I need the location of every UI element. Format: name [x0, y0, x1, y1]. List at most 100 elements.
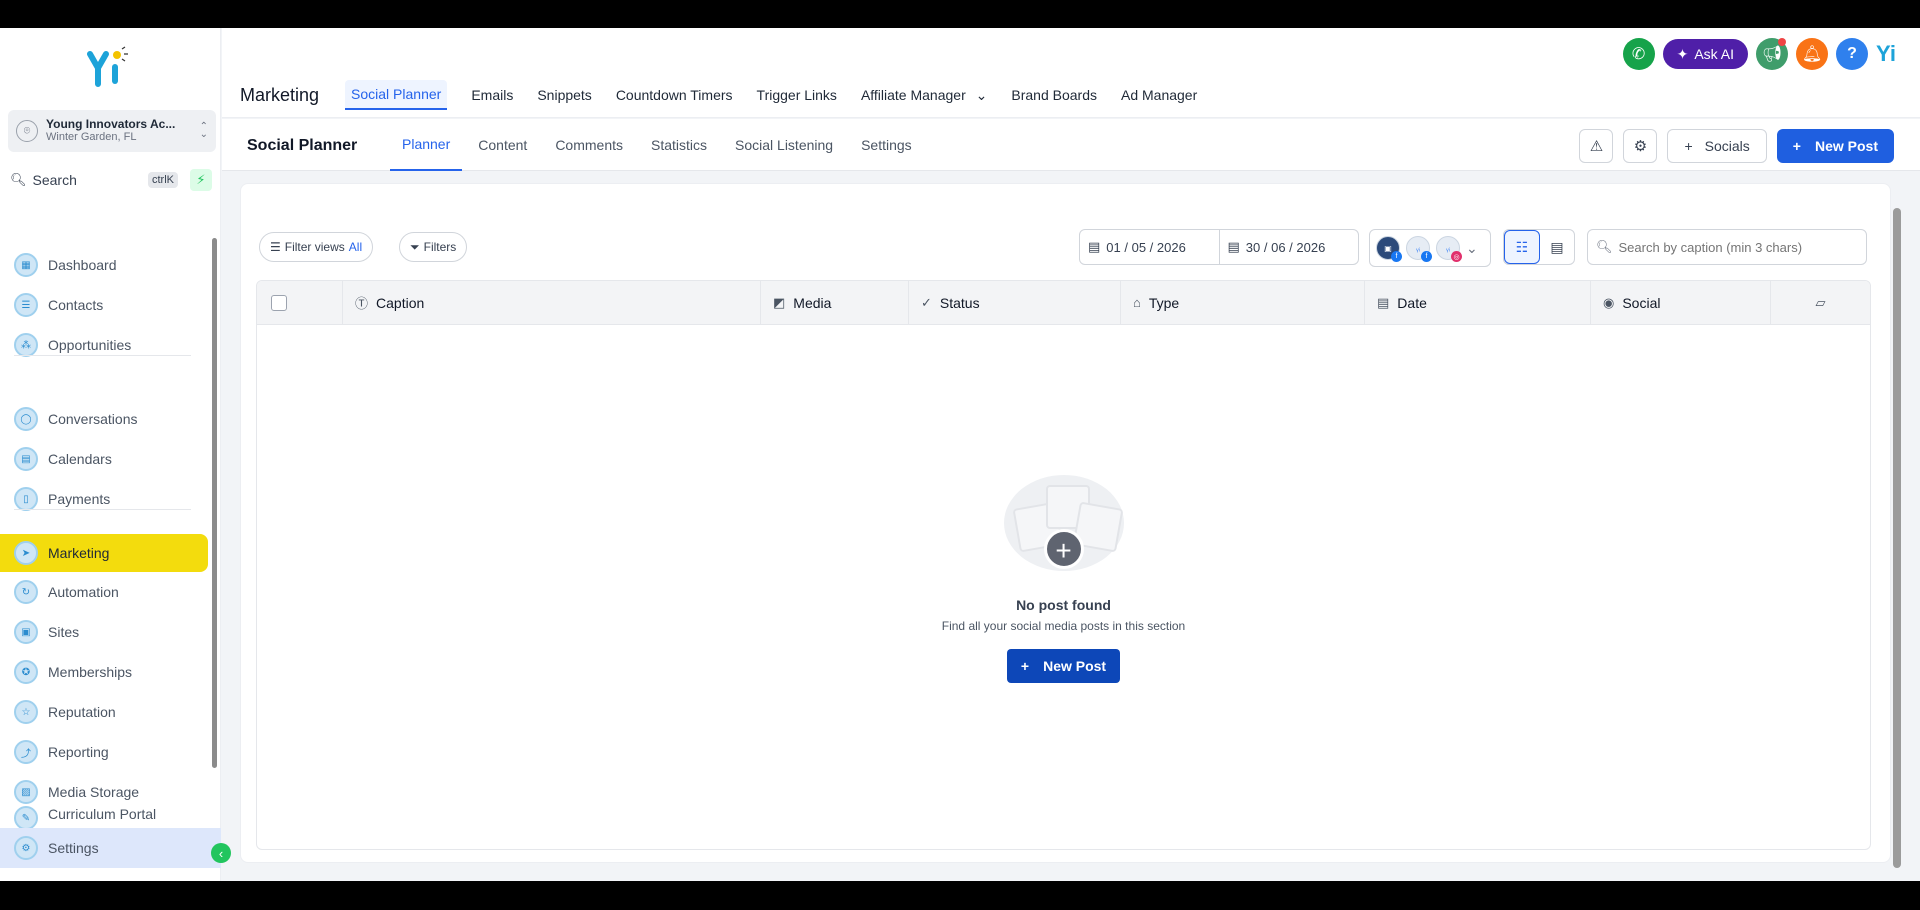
ask-ai-label: Ask AI	[1694, 46, 1735, 62]
filters-button[interactable]: ⏷ Filters	[399, 232, 468, 262]
new-post-label: New Post	[1814, 138, 1878, 154]
sidebar-item-settings[interactable]: ⚙ Settings	[0, 828, 221, 868]
marketing-tabs: Marketing Social Planner Emails Snippets…	[240, 80, 1221, 110]
sidebar-item-curriculum-portal[interactable]: ✎ Curriculum Portal	[0, 806, 208, 830]
send-icon: ➤	[14, 541, 38, 565]
search-icon: 🔍︎	[1596, 239, 1613, 254]
socials-button[interactable]: + Socials	[1667, 129, 1767, 163]
sidebar-item-calendars[interactable]: ▤ Calendars	[0, 440, 208, 478]
sidebar-item-reporting[interactable]: ⤴ Reporting	[0, 733, 208, 771]
plus-icon: +	[1043, 529, 1084, 569]
megaphone-icon[interactable]: 📢︎	[1756, 38, 1789, 70]
sidebar-item-label: Automation	[48, 584, 119, 600]
sidebar-item-label: Conversations	[48, 411, 138, 427]
main-scrollbar[interactable]	[1893, 208, 1901, 868]
phone-icon[interactable]: ✆	[1622, 38, 1655, 70]
social-planner-subheader: Social Planner Planner Content Comments …	[222, 119, 1920, 171]
search-label: Search	[32, 172, 77, 188]
text-icon: Ⓣ	[355, 296, 369, 311]
image-icon: ▨	[14, 780, 38, 804]
column-date[interactable]: ▤ Date	[1365, 281, 1591, 324]
calendar-icon: ▤	[14, 447, 38, 471]
new-post-button[interactable]: + New Post	[1776, 129, 1894, 163]
nav-divider	[14, 355, 191, 356]
sidebar-item-automation[interactable]: ↻ Automation	[0, 573, 208, 611]
sidebar-item-marketing[interactable]: ➤ Marketing	[0, 534, 208, 572]
sidebar-scrollbar[interactable]	[212, 238, 217, 768]
calendar-view-icon[interactable]: ▤	[1540, 230, 1574, 264]
column-social[interactable]: ◉ Social	[1591, 281, 1771, 324]
column-label: Media	[793, 294, 832, 311]
quick-actions-bolt-icon[interactable]: ⚡︎	[190, 169, 212, 191]
sidebar-item-opportunities[interactable]: ⁂ Opportunities	[0, 326, 208, 364]
filter-views-button[interactable]: ☰ Filter views All	[259, 232, 374, 262]
brand-logo[interactable]	[86, 46, 134, 88]
sidebar-item-dashboard[interactable]: ▦ Dashboard	[0, 246, 208, 284]
tab-ad-manager[interactable]: Ad Manager	[1121, 81, 1197, 109]
sidebar-item-payments[interactable]: ▯ Payments	[0, 480, 208, 518]
column-media[interactable]: ◩ Media	[761, 281, 909, 324]
tag-icon: ⌂	[1133, 295, 1141, 310]
column-customize[interactable]: ▱	[1771, 281, 1870, 324]
sidebar-item-conversations[interactable]: ◯ Conversations	[0, 400, 208, 438]
calendar-icon: ▤	[1088, 239, 1101, 254]
bell-icon[interactable]: 🔔︎	[1796, 38, 1829, 70]
sidebar-item-label: Memberships	[48, 664, 133, 680]
tab-planner[interactable]: Planner	[390, 119, 463, 171]
account-switcher[interactable]: ⌾ Young Innovators Ac... Winter Garden, …	[8, 110, 216, 152]
chevron-down-icon: ⌄	[1466, 239, 1478, 256]
contacts-icon: ☰	[14, 293, 38, 317]
chat-icon: ◯	[14, 407, 38, 431]
top-header: ✆ ✦ Ask AI 📢︎ 🔔︎ ? Yi Marketing Social P…	[222, 28, 1920, 118]
header-actions: ✆ ✦ Ask AI 📢︎ 🔔︎ ? Yi	[1622, 38, 1896, 70]
feedback-button[interactable]: ⚠︎	[1579, 129, 1614, 163]
filters-label: Filters	[423, 240, 457, 254]
date-range-picker[interactable]: ▤ 01 / 05 / 2026 ▤ 30 / 06 / 2026	[1079, 229, 1359, 265]
sidebar-item-reputation[interactable]: ☆ Reputation	[0, 693, 208, 731]
tab-countdown-timers[interactable]: Countdown Timers	[616, 81, 733, 109]
new-post-label: New Post	[1043, 658, 1107, 674]
tab-comments[interactable]: Comments	[543, 119, 635, 171]
tab-trigger-links[interactable]: Trigger Links	[757, 81, 837, 109]
tab-settings[interactable]: Settings	[849, 119, 924, 171]
tab-affiliate-manager[interactable]: Affiliate Manager ⌄	[861, 81, 987, 110]
social-account-selector[interactable]: ▣ f ᵧᵢ f ᵧᵢ ◎ ⌄	[1369, 229, 1491, 267]
select-all-checkbox[interactable]	[271, 294, 287, 311]
tab-brand-boards[interactable]: Brand Boards	[1011, 81, 1097, 109]
help-icon[interactable]: ?	[1836, 38, 1869, 70]
ask-ai-button[interactable]: ✦ Ask AI	[1662, 39, 1749, 69]
brand-small-logo[interactable]: Yi	[1876, 41, 1896, 67]
tab-emails[interactable]: Emails	[471, 81, 513, 109]
collapse-sidebar-button[interactable]: ‹	[211, 843, 231, 863]
facebook-icon: f	[1421, 251, 1432, 262]
gear-icon: ⚙	[1633, 138, 1648, 155]
end-date-field[interactable]: ▤ 30 / 06 / 2026	[1218, 230, 1359, 264]
list-view-icon[interactable]: ☷	[1504, 230, 1540, 264]
start-date-field[interactable]: ▤ 01 / 05 / 2026	[1080, 230, 1219, 264]
column-type[interactable]: ⌂ Type	[1121, 281, 1365, 324]
empty-new-post-button[interactable]: + New Post	[1006, 649, 1121, 683]
column-status[interactable]: ✓ Status	[909, 281, 1121, 324]
sidebar-item-label: Payments	[48, 491, 111, 507]
table-header: Ⓣ Caption ◩ Media ✓ Status ⌂ Type ▤ Date…	[257, 281, 1870, 325]
sidebar-search[interactable]: 🔍︎ Search ctrlK	[10, 168, 178, 192]
caption-search-field[interactable]: 🔍︎	[1587, 229, 1867, 265]
column-caption[interactable]: Ⓣ Caption	[343, 281, 761, 324]
instagram-icon: ◎	[1451, 251, 1462, 262]
sidebar-item-contacts[interactable]: ☰ Contacts	[0, 286, 208, 324]
column-label: Date	[1397, 294, 1427, 311]
tab-content[interactable]: Content	[466, 119, 539, 171]
settings-button[interactable]: ⚙	[1623, 129, 1658, 163]
caption-search-input[interactable]	[1618, 239, 1849, 255]
view-toggle: ☷ ▤	[1503, 229, 1575, 265]
column-label: Social	[1622, 294, 1661, 311]
payments-icon: ▯	[14, 487, 38, 511]
feedback-icon: ⚠︎	[1589, 138, 1604, 155]
tab-snippets[interactable]: Snippets	[537, 81, 591, 109]
tab-statistics[interactable]: Statistics	[639, 119, 719, 171]
tab-social-planner[interactable]: Social Planner	[345, 80, 448, 110]
chevron-updown-icon: ⌃ ⌄	[199, 121, 208, 140]
sidebar-item-memberships[interactable]: ✪ Memberships	[0, 653, 208, 691]
tab-social-listening[interactable]: Social Listening	[723, 119, 845, 171]
sidebar-item-sites[interactable]: ▣ Sites	[0, 613, 208, 651]
